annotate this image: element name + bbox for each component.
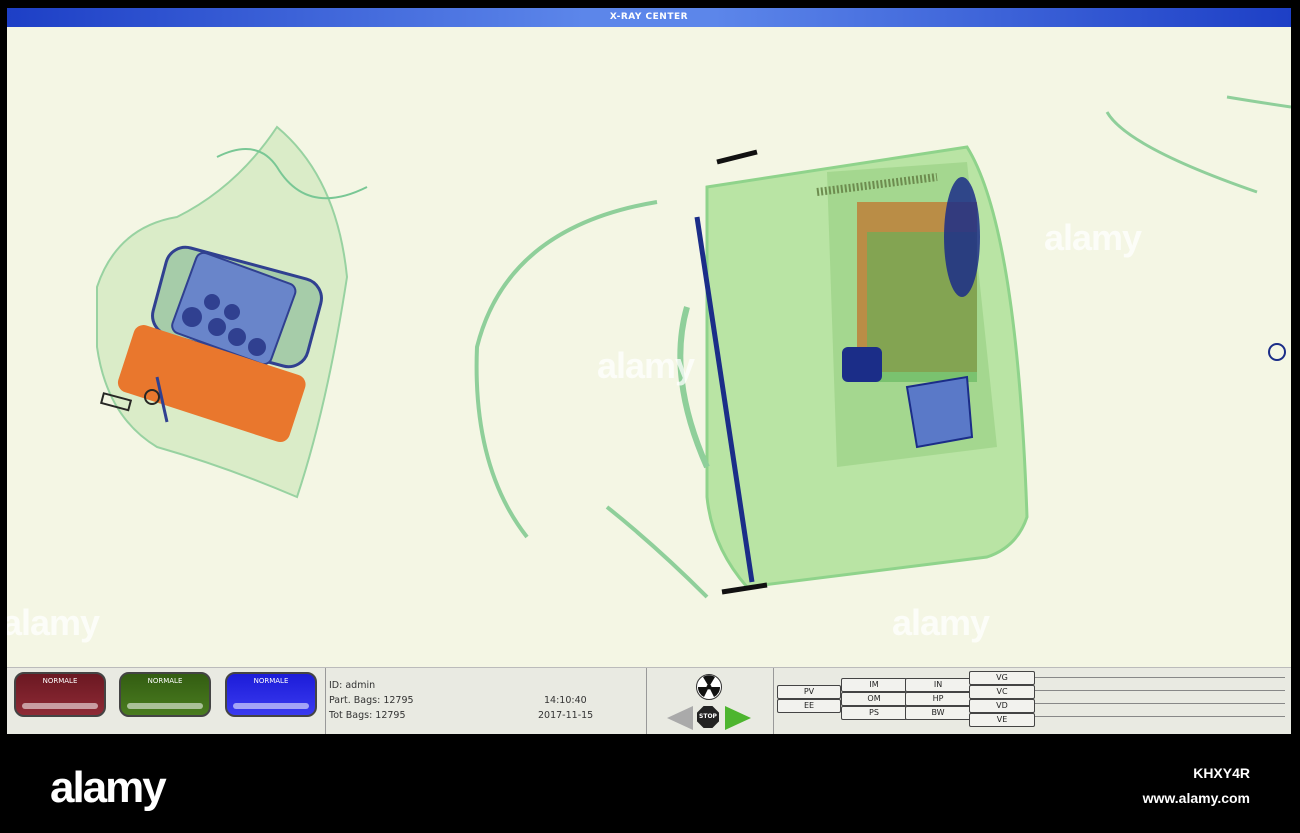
key-im[interactable]: IM xyxy=(841,678,907,692)
part-bags-count: Part. Bags: 12795 xyxy=(329,695,414,706)
watermark: alamy xyxy=(7,602,100,643)
divider xyxy=(1035,690,1285,691)
alamy-logo: alamy xyxy=(50,763,167,812)
key-om[interactable]: OM xyxy=(841,692,907,706)
status-button-label: NORMALE xyxy=(147,677,183,685)
key-vg[interactable]: VG xyxy=(969,671,1035,685)
key-pv[interactable]: PV xyxy=(777,685,841,699)
status-button-1[interactable]: NORMALE xyxy=(14,672,106,717)
xray-scan-view: alamy alamy alamy alamy xyxy=(7,27,1291,667)
left-bag-scan xyxy=(96,125,368,499)
watermark: alamy xyxy=(1044,217,1142,258)
arrow-right-icon[interactable] xyxy=(725,706,751,730)
status-button-3[interactable]: NORMALE xyxy=(225,672,317,717)
control-panel: NORMALE NORMALE NORMALE ID: admin Part. … xyxy=(7,667,1291,734)
footer-band xyxy=(0,735,1300,833)
site-url: www.alamy.com xyxy=(1142,790,1250,806)
key-vc[interactable]: VC xyxy=(969,685,1035,699)
divider xyxy=(1035,677,1285,678)
tot-bags-count: Tot Bags: 12795 xyxy=(329,710,406,721)
arrow-left-icon[interactable] xyxy=(667,706,693,730)
clock-date: 2017-11-15 xyxy=(538,710,594,721)
operator-id: ID: admin xyxy=(329,680,376,691)
status-button-label: NORMALE xyxy=(42,677,78,685)
stop-button[interactable]: STOP xyxy=(697,706,719,728)
scan-controls: STOP xyxy=(645,668,774,734)
info-panel: ID: admin Part. Bags: 12795 Tot Bags: 12… xyxy=(325,668,647,734)
key-ve[interactable]: VE xyxy=(969,713,1035,727)
watermark: alamy xyxy=(892,602,990,643)
function-keys: PV EE IM OM PS IN HP BW VG VC VD VE xyxy=(773,668,1291,734)
image-id: KHXY4R xyxy=(1193,765,1250,781)
window-title: X-RAY CENTER xyxy=(7,8,1291,27)
status-button-2[interactable]: NORMALE xyxy=(119,672,211,717)
key-ps[interactable]: PS xyxy=(841,706,907,720)
xray-screen: X-RAY CENTER alamy alamy alamy alamy NOR… xyxy=(7,8,1291,734)
clock-time: 14:10:40 xyxy=(544,695,587,706)
key-vd[interactable]: VD xyxy=(969,699,1035,713)
right-bag-scan xyxy=(677,145,1029,595)
divider xyxy=(1035,703,1285,704)
status-button-label: NORMALE xyxy=(253,677,289,685)
key-hp[interactable]: HP xyxy=(905,692,971,706)
radiation-icon[interactable] xyxy=(696,674,722,700)
key-bw[interactable]: BW xyxy=(905,706,971,720)
divider xyxy=(1035,716,1285,717)
key-ee[interactable]: EE xyxy=(777,699,841,713)
watermark: alamy xyxy=(597,345,695,386)
key-in[interactable]: IN xyxy=(905,678,971,692)
